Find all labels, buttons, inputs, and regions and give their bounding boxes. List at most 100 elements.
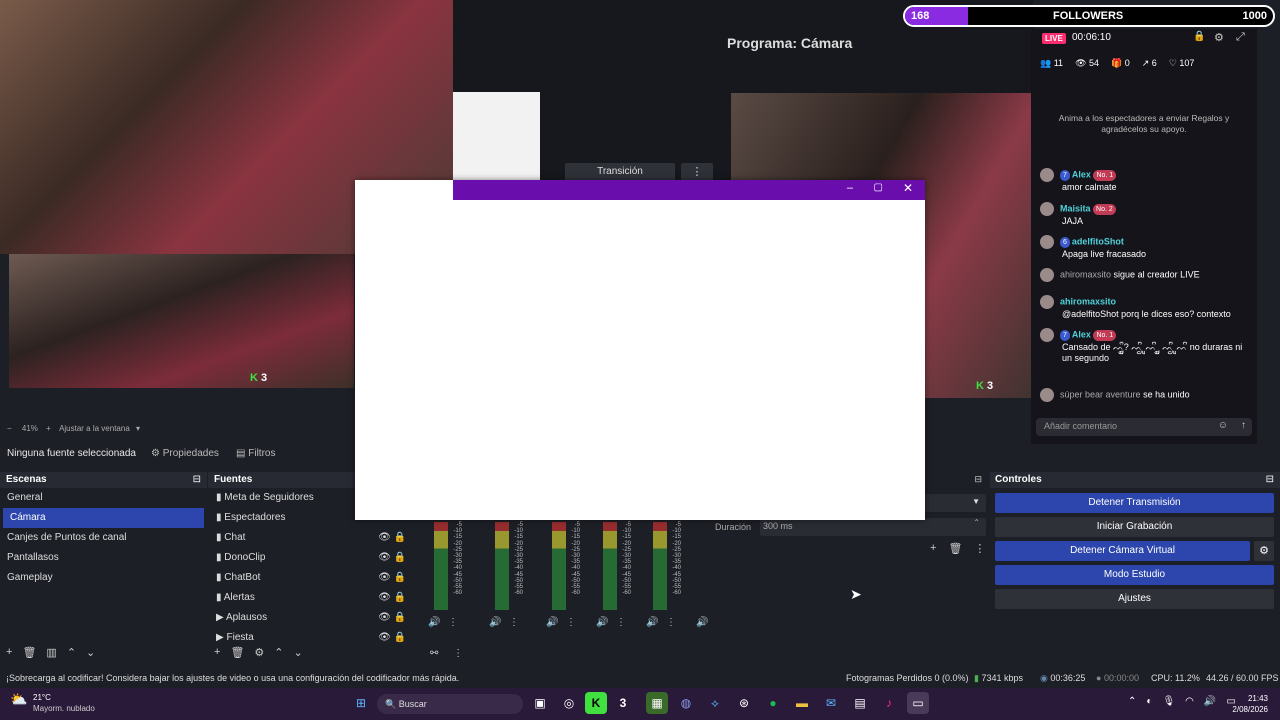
panel-popout-icon[interactable]: ⤢ (1236, 31, 1245, 44)
virtual-cam-settings-button[interactable]: ⚙ (1254, 541, 1274, 561)
file-explorer-icon[interactable]: ▬ (791, 692, 813, 714)
menu-icon[interactable]: ⋮ (974, 542, 985, 555)
menu-icon[interactable]: ⋮ (453, 648, 463, 659)
source-group[interactable]: ▶ Aplausos 👁 🔒 (208, 608, 420, 628)
speaker-icon[interactable]: 🔊 (428, 617, 440, 628)
source-item[interactable]: ▮ ChatBot 👁 🔒 (208, 568, 420, 588)
stop-virtual-cam-button[interactable]: Detener Cámara Virtual (995, 541, 1250, 561)
source-item[interactable]: ▮ Chat 👁 🔒 (208, 528, 420, 548)
add-icon[interactable]: + (6, 646, 12, 659)
source-group[interactable]: ▶ Fiesta 👁 🔒 (208, 628, 420, 648)
app-tray-icon[interactable]: ◐ (1146, 696, 1152, 707)
trash-icon[interactable]: 🗑 (22, 646, 36, 659)
live-badge: LIVE (1042, 33, 1066, 44)
gear-icon[interactable]: ⚙ (254, 646, 264, 659)
up-icon[interactable]: ⌃ (274, 646, 283, 659)
filters-button[interactable]: ▤ Filtros (236, 448, 275, 459)
volume-icon[interactable]: 🔊 (1204, 696, 1216, 707)
dock-menu-icon[interactable]: ⊟ (1266, 474, 1274, 485)
taskbar-search[interactable]: 🔍 Buscar (377, 694, 523, 714)
transition-menu-button[interactable]: ⋮ (681, 163, 713, 181)
scene-item[interactable]: General (0, 488, 207, 508)
speaker-icon[interactable]: 🔊 (646, 617, 658, 628)
mic-icon[interactable]: 🎙 (1162, 696, 1175, 707)
chart-icon: ▮ (216, 532, 222, 543)
add-icon[interactable]: + (214, 646, 220, 659)
send-icon[interactable]: ↑ (1241, 420, 1246, 431)
kick-icon[interactable]: K (585, 692, 607, 714)
stepper-icon[interactable]: ⌃ (973, 518, 980, 527)
weather-widget[interactable]: ⛅ 21°C Mayorm. nublado (10, 692, 95, 714)
speaker-icon[interactable]: 🔊 (546, 617, 558, 628)
close-icon[interactable]: ✕ (903, 181, 913, 195)
panel-settings-icon[interactable]: ⚙ (1214, 31, 1224, 44)
add-icon[interactable]: + (930, 542, 936, 555)
scene-item[interactable]: Pantallasos (0, 548, 207, 568)
fit-window[interactable]: Ajustar a la ventana (59, 424, 130, 433)
vscode-icon[interactable]: ⟡ (704, 692, 726, 714)
zoom-bar: − 41% + Ajustar a la ventana ▾ (0, 424, 355, 438)
zoom-out-icon[interactable]: − (7, 424, 12, 433)
wifi-icon[interactable]: ◠ (1185, 696, 1194, 707)
speaker-icon[interactable]: 🔊 (696, 617, 708, 628)
tiktok-icon[interactable]: ♪ (878, 692, 900, 714)
weather-icon: ⛅ (10, 691, 28, 707)
trash-icon[interactable]: 🗑 (230, 646, 244, 659)
menu-icon[interactable]: ⋮ (566, 617, 576, 628)
duration-input[interactable]: 300 ms ⌃ (760, 518, 986, 536)
up-icon[interactable]: ⌃ (67, 646, 76, 659)
link-icon[interactable]: ⚯ (430, 648, 438, 659)
expand-icon[interactable]: ▶ (216, 632, 224, 643)
maximize-icon[interactable]: ▢ (874, 182, 883, 193)
chevron-up-icon[interactable]: ⌃ (1128, 696, 1136, 707)
transition-button[interactable]: Transición (565, 163, 675, 181)
number-3-icon[interactable]: 3 (612, 692, 634, 714)
start-recording-button[interactable]: Iniciar Grabación (995, 517, 1274, 537)
dock-menu-icon[interactable]: ⊟ (193, 474, 201, 485)
spotify-icon[interactable]: ● (762, 692, 784, 714)
mail-icon[interactable]: ✉ (820, 692, 842, 714)
discord-icon[interactable]: ◍ (675, 692, 697, 714)
menu-icon[interactable]: ⋮ (616, 617, 626, 628)
panel-lock-icon[interactable]: 🔒 (1193, 31, 1205, 42)
menu-icon[interactable]: ⋮ (666, 617, 676, 628)
comment-input[interactable]: Añadir comentario ☺ ↑ (1036, 418, 1252, 436)
speaker-icon[interactable]: 🔊 (596, 617, 608, 628)
minimize-icon[interactable]: – (847, 182, 853, 194)
expand-icon[interactable]: ▶ (216, 612, 224, 623)
source-toolbar: Ninguna fuente seleccionada ⚙ Propiedade… (0, 444, 355, 464)
scene-item[interactable]: Canjes de Puntos de canal (0, 528, 207, 548)
down-icon[interactable]: ⌄ (294, 646, 303, 659)
chrome-icon[interactable]: ◎ (558, 692, 580, 714)
window-titlebar[interactable]: – ▢ ✕ (453, 180, 925, 200)
mixer-footer: ⚯ ⋮ (430, 648, 463, 659)
menu-icon[interactable]: ⋮ (509, 617, 519, 628)
start-icon[interactable]: ⊞ (350, 692, 372, 714)
obs-icon[interactable]: ⊛ (733, 692, 755, 714)
fit-dropdown-icon[interactable]: ▾ (136, 424, 140, 433)
source-item[interactable]: ▮ Alertas 👁 🔒 (208, 588, 420, 608)
emoji-icon[interactable]: ☺ (1218, 420, 1228, 431)
zoom-in-icon[interactable]: + (46, 424, 51, 433)
gear-icon: ⚙ (151, 448, 160, 459)
blank-window[interactable]: – ▢ ✕ (355, 180, 925, 520)
scene-item-selected[interactable]: Cámara (3, 508, 204, 528)
down-icon[interactable]: ⌄ (86, 646, 95, 659)
filter-icon[interactable]: ▥ (46, 646, 56, 659)
menu-icon[interactable]: ⋮ (448, 617, 458, 628)
chart-icon: ▮ (216, 572, 222, 583)
studio-mode-button[interactable]: Modo Estudio (995, 565, 1274, 585)
speaker-icon[interactable]: 🔊 (489, 617, 501, 628)
task-view-icon[interactable]: ▣ (529, 692, 551, 714)
clock[interactable]: 21:43 2/08/2026 (1228, 693, 1268, 715)
trash-icon[interactable]: 🗑 (948, 542, 962, 555)
properties-button[interactable]: ⚙ Propiedades (151, 448, 219, 459)
minecraft-icon[interactable]: ▦ (646, 692, 668, 714)
scene-item[interactable]: Gameplay (0, 568, 207, 588)
store-icon[interactable]: ▤ (849, 692, 871, 714)
active-window-icon[interactable]: ▭ (907, 692, 929, 714)
dock-menu-icon[interactable]: ⊟ (974, 474, 982, 485)
source-item[interactable]: ▮ DonoClip 👁 🔒 (208, 548, 420, 568)
stop-stream-button[interactable]: Detener Transmisión (995, 493, 1274, 513)
settings-button[interactable]: Ajustes (995, 589, 1274, 609)
